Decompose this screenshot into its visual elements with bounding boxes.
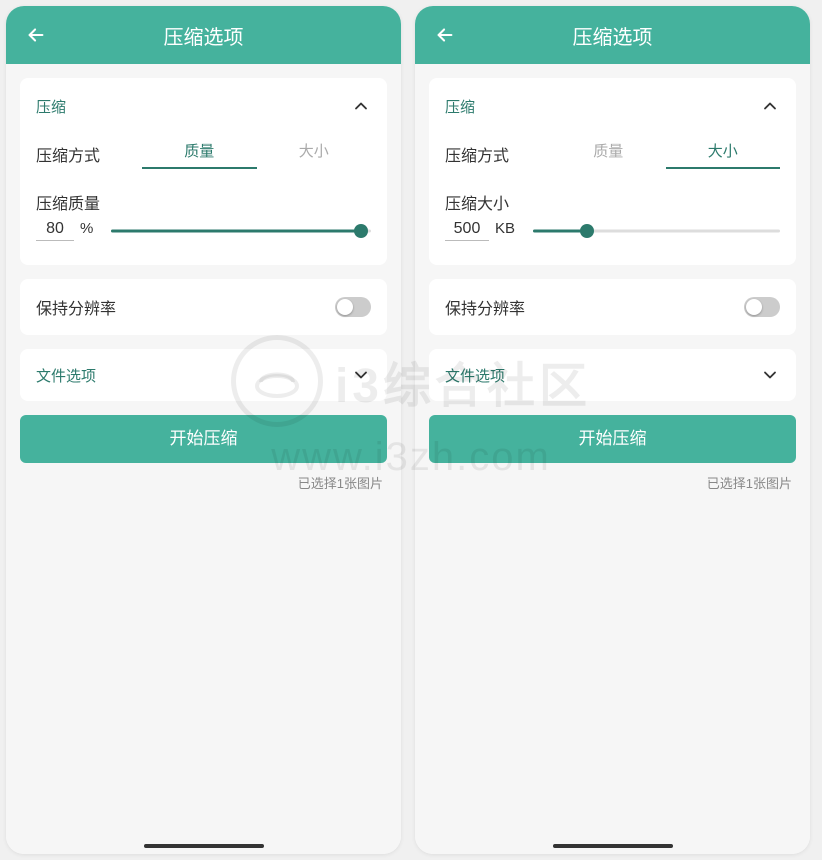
size-slider[interactable] <box>533 221 780 241</box>
resolution-card: 保持分辨率 <box>20 279 387 335</box>
method-label: 压缩方式 <box>36 142 130 166</box>
slider-fill <box>533 229 587 232</box>
header-title: 压缩选项 <box>6 21 401 50</box>
tab-quality[interactable]: 质量 <box>551 140 666 169</box>
back-button[interactable] <box>22 21 50 49</box>
size-value-box: KB <box>445 220 515 241</box>
size-label: 压缩大小 <box>445 178 780 220</box>
chevron-down-icon <box>760 365 780 385</box>
compress-section-header[interactable]: 压缩 <box>445 82 780 130</box>
screen-body: 压缩 压缩方式 质量 大小 压缩质量 % <box>6 64 401 854</box>
file-options-row[interactable]: 文件选项 <box>445 349 780 401</box>
method-tabs: 质量 大小 <box>142 140 371 169</box>
size-unit: KB <box>495 220 515 237</box>
tab-size[interactable]: 大小 <box>257 140 372 169</box>
phone-screen-right: 压缩选项 压缩 压缩方式 质量 大小 压缩大小 KB <box>415 6 810 854</box>
switch-knob <box>746 299 762 315</box>
compress-section-title: 压缩 <box>36 96 66 117</box>
arrow-left-icon <box>434 24 456 46</box>
keep-resolution-row: 保持分辨率 <box>36 279 371 335</box>
quality-slider-row: % <box>36 220 371 261</box>
keep-resolution-label: 保持分辨率 <box>445 295 525 319</box>
header-title: 压缩选项 <box>415 21 810 50</box>
file-options-card: 文件选项 <box>20 349 387 401</box>
app-header: 压缩选项 <box>415 6 810 64</box>
file-options-label: 文件选项 <box>445 365 505 386</box>
chevron-down-icon <box>351 365 371 385</box>
method-tabs: 质量 大小 <box>551 140 780 169</box>
chevron-up-icon <box>760 96 780 116</box>
slider-fill <box>111 229 360 232</box>
slider-thumb[interactable] <box>354 224 368 238</box>
size-input[interactable] <box>445 220 489 241</box>
start-compress-button[interactable]: 开始压缩 <box>429 415 796 463</box>
arrow-left-icon <box>25 24 47 46</box>
selected-count-label: 已选择1张图片 <box>429 473 796 492</box>
start-compress-button[interactable]: 开始压缩 <box>20 415 387 463</box>
keep-resolution-label: 保持分辨率 <box>36 295 116 319</box>
compress-section-header[interactable]: 压缩 <box>36 82 371 130</box>
resolution-card: 保持分辨率 <box>429 279 796 335</box>
file-options-row[interactable]: 文件选项 <box>36 349 371 401</box>
home-indicator <box>553 844 673 848</box>
home-indicator <box>144 844 264 848</box>
file-options-label: 文件选项 <box>36 365 96 386</box>
slider-thumb[interactable] <box>580 224 594 238</box>
file-options-card: 文件选项 <box>429 349 796 401</box>
phone-screen-left: 压缩选项 压缩 压缩方式 质量 大小 压缩质量 % <box>6 6 401 854</box>
method-row: 压缩方式 质量 大小 <box>445 130 780 178</box>
back-button[interactable] <box>431 21 459 49</box>
keep-resolution-row: 保持分辨率 <box>445 279 780 335</box>
screen-body: 压缩 压缩方式 质量 大小 压缩大小 KB <box>415 64 810 854</box>
app-header: 压缩选项 <box>6 6 401 64</box>
quality-unit: % <box>80 220 93 237</box>
quality-slider[interactable] <box>111 221 371 241</box>
quality-value-box: % <box>36 220 93 241</box>
size-slider-row: KB <box>445 220 780 261</box>
tab-quality[interactable]: 质量 <box>142 140 257 169</box>
compress-card: 压缩 压缩方式 质量 大小 压缩大小 KB <box>429 78 796 265</box>
switch-knob <box>337 299 353 315</box>
compress-section-title: 压缩 <box>445 96 475 117</box>
tab-size[interactable]: 大小 <box>666 140 781 169</box>
quality-input[interactable] <box>36 220 74 241</box>
keep-resolution-toggle[interactable] <box>744 297 780 317</box>
method-row: 压缩方式 质量 大小 <box>36 130 371 178</box>
chevron-up-icon <box>351 96 371 116</box>
compress-card: 压缩 压缩方式 质量 大小 压缩质量 % <box>20 78 387 265</box>
method-label: 压缩方式 <box>445 142 539 166</box>
selected-count-label: 已选择1张图片 <box>20 473 387 492</box>
quality-label: 压缩质量 <box>36 178 371 220</box>
keep-resolution-toggle[interactable] <box>335 297 371 317</box>
